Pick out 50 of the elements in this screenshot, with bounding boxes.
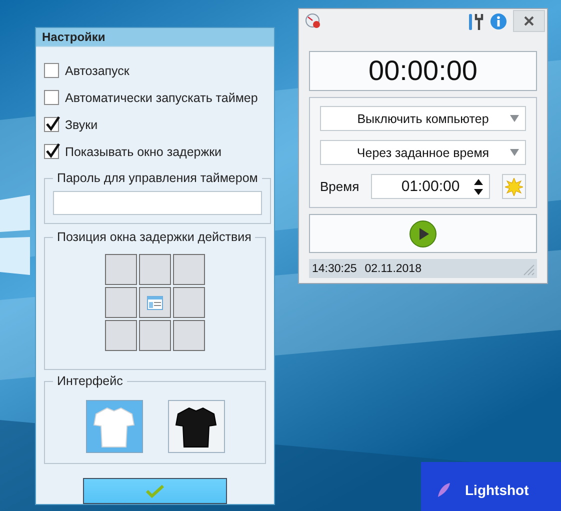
status-time: 14:30:25 xyxy=(312,262,357,274)
window-title: Настройки xyxy=(36,28,274,47)
tools-icon[interactable] xyxy=(468,13,484,31)
position-cell[interactable] xyxy=(139,320,171,351)
checkbox[interactable] xyxy=(44,63,59,78)
play-icon xyxy=(409,220,437,248)
group-title: Позиция окна задержки действия xyxy=(56,230,252,244)
spinner-icon[interactable] xyxy=(474,179,483,195)
time-label: Время xyxy=(320,179,360,194)
group-title: Пароль для управления таймером xyxy=(56,171,259,185)
position-cell[interactable] xyxy=(173,287,205,318)
position-cell[interactable] xyxy=(139,287,171,318)
action-dropdown[interactable]: Выключить компьютер xyxy=(320,106,526,131)
window-icon xyxy=(147,296,163,310)
option-label: Показывать окно задержки xyxy=(65,144,222,158)
sun-icon xyxy=(504,178,523,196)
position-cell[interactable] xyxy=(105,254,137,285)
position-cell[interactable] xyxy=(173,320,205,351)
resize-grip-icon[interactable] xyxy=(523,264,535,276)
feather-icon xyxy=(437,482,451,498)
checkbox[interactable] xyxy=(44,90,59,105)
mode-dropdown[interactable]: Через заданное время xyxy=(320,140,526,165)
checkmark-icon xyxy=(146,484,164,498)
confirm-button[interactable] xyxy=(83,478,227,504)
group-title: Интерфейс xyxy=(56,374,124,388)
option-label: Автозапуск xyxy=(65,64,130,78)
position-cell[interactable] xyxy=(173,254,205,285)
close-icon xyxy=(524,16,534,26)
caret-icon xyxy=(510,149,519,156)
position-cell[interactable] xyxy=(139,254,171,285)
notification-title: Lightshot xyxy=(465,482,529,498)
checkbox[interactable] xyxy=(44,144,59,159)
close-button[interactable] xyxy=(513,10,545,32)
option-label: Звуки xyxy=(65,118,98,132)
option-label: Автоматически запускать таймер xyxy=(65,90,258,104)
status-date: 02.11.2018 xyxy=(364,262,422,274)
info-icon[interactable] xyxy=(490,13,507,30)
theme-option[interactable] xyxy=(168,400,224,453)
password-field[interactable] xyxy=(53,191,262,215)
position-cell[interactable] xyxy=(105,320,137,351)
app-icon xyxy=(305,13,321,29)
checkbox[interactable] xyxy=(44,117,59,132)
start-button[interactable] xyxy=(309,214,537,253)
shirt-icon xyxy=(174,404,218,448)
time-field[interactable]: 01:00:00 xyxy=(371,174,490,199)
caret-icon xyxy=(510,115,519,122)
position-cell[interactable] xyxy=(105,287,137,318)
countdown-display: 00:00:00 xyxy=(309,51,537,91)
settings-button[interactable] xyxy=(502,174,526,199)
shirt-icon xyxy=(92,404,136,448)
